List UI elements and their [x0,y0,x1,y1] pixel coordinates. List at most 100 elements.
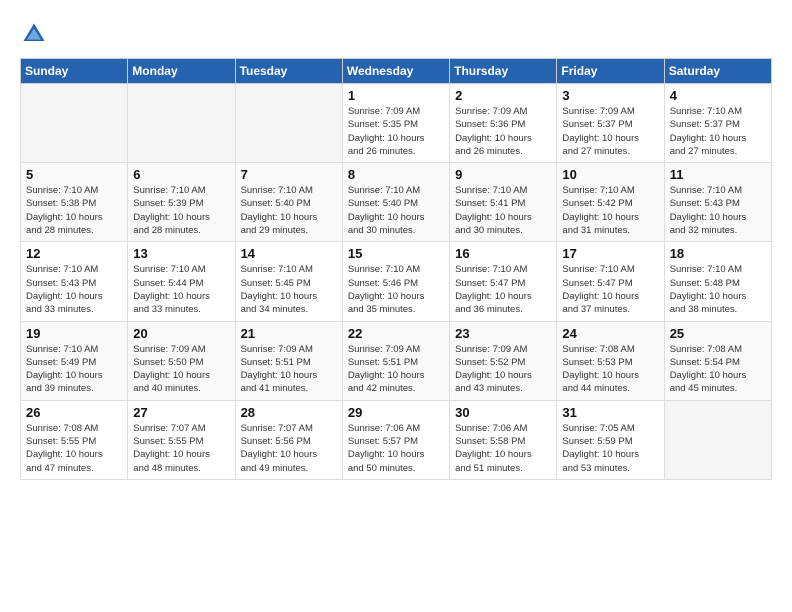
day-info: Sunrise: 7:09 AM Sunset: 5:51 PM Dayligh… [348,343,444,396]
calendar-cell: 6 Sunrise: 7:10 AM Sunset: 5:39 PM Daylig… [128,163,235,242]
day-info: Sunrise: 7:08 AM Sunset: 5:54 PM Dayligh… [670,343,766,396]
day-number: 31 [562,405,658,420]
day-number: 21 [241,326,337,341]
week-row-1: 1 Sunrise: 7:09 AM Sunset: 5:35 PM Daylig… [21,84,772,163]
calendar-cell: 29 Sunrise: 7:06 AM Sunset: 5:57 PM Dayli… [342,400,449,479]
day-info: Sunrise: 7:09 AM Sunset: 5:52 PM Dayligh… [455,343,551,396]
calendar-cell [128,84,235,163]
calendar-table: SundayMondayTuesdayWednesdayThursdayFrid… [20,58,772,480]
day-number: 19 [26,326,122,341]
calendar-cell: 10 Sunrise: 7:10 AM Sunset: 5:42 PM Dayli… [557,163,664,242]
day-number: 20 [133,326,229,341]
day-number: 13 [133,246,229,261]
logo-icon [20,20,48,48]
day-number: 2 [455,88,551,103]
day-info: Sunrise: 7:06 AM Sunset: 5:57 PM Dayligh… [348,422,444,475]
calendar-cell: 27 Sunrise: 7:07 AM Sunset: 5:55 PM Dayli… [128,400,235,479]
day-number: 1 [348,88,444,103]
day-info: Sunrise: 7:10 AM Sunset: 5:39 PM Dayligh… [133,184,229,237]
calendar-cell: 24 Sunrise: 7:08 AM Sunset: 5:53 PM Dayli… [557,321,664,400]
day-info: Sunrise: 7:10 AM Sunset: 5:44 PM Dayligh… [133,263,229,316]
calendar-cell [664,400,771,479]
day-number: 10 [562,167,658,182]
calendar-cell: 4 Sunrise: 7:10 AM Sunset: 5:37 PM Daylig… [664,84,771,163]
day-info: Sunrise: 7:07 AM Sunset: 5:55 PM Dayligh… [133,422,229,475]
day-number: 4 [670,88,766,103]
day-number: 23 [455,326,551,341]
calendar-cell: 14Sunrise: 7:10 AM Sunset: 5:45 PM Dayli… [235,242,342,321]
weekday-header-monday: Monday [128,59,235,84]
day-info: Sunrise: 7:10 AM Sunset: 5:42 PM Dayligh… [562,184,658,237]
calendar-cell: 25Sunrise: 7:08 AM Sunset: 5:54 PM Dayli… [664,321,771,400]
day-number: 17 [562,246,658,261]
day-number: 22 [348,326,444,341]
day-number: 14 [241,246,337,261]
day-info: Sunrise: 7:10 AM Sunset: 5:47 PM Dayligh… [455,263,551,316]
day-number: 15 [348,246,444,261]
calendar-cell: 28 Sunrise: 7:07 AM Sunset: 5:56 PM Dayli… [235,400,342,479]
calendar-cell: 23 Sunrise: 7:09 AM Sunset: 5:52 PM Dayli… [450,321,557,400]
day-number: 9 [455,167,551,182]
day-number: 16 [455,246,551,261]
weekday-header-row: SundayMondayTuesdayWednesdayThursdayFrid… [21,59,772,84]
day-number: 6 [133,167,229,182]
day-number: 11 [670,167,766,182]
day-info: Sunrise: 7:09 AM Sunset: 5:51 PM Dayligh… [241,343,337,396]
calendar-cell: 20 Sunrise: 7:09 AM Sunset: 5:50 PM Dayli… [128,321,235,400]
day-info: Sunrise: 7:09 AM Sunset: 5:35 PM Dayligh… [348,105,444,158]
day-info: Sunrise: 7:10 AM Sunset: 5:37 PM Dayligh… [670,105,766,158]
weekday-header-friday: Friday [557,59,664,84]
calendar-cell: 11 Sunrise: 7:10 AM Sunset: 5:43 PM Dayli… [664,163,771,242]
day-info: Sunrise: 7:08 AM Sunset: 5:53 PM Dayligh… [562,343,658,396]
day-info: Sunrise: 7:10 AM Sunset: 5:47 PM Dayligh… [562,263,658,316]
day-info: Sunrise: 7:10 AM Sunset: 5:43 PM Dayligh… [670,184,766,237]
day-info: Sunrise: 7:10 AM Sunset: 5:40 PM Dayligh… [348,184,444,237]
day-number: 7 [241,167,337,182]
calendar-cell: 1 Sunrise: 7:09 AM Sunset: 5:35 PM Daylig… [342,84,449,163]
day-info: Sunrise: 7:07 AM Sunset: 5:56 PM Dayligh… [241,422,337,475]
day-info: Sunrise: 7:10 AM Sunset: 5:49 PM Dayligh… [26,343,122,396]
calendar-cell: 13 Sunrise: 7:10 AM Sunset: 5:44 PM Dayli… [128,242,235,321]
day-number: 3 [562,88,658,103]
day-info: Sunrise: 7:09 AM Sunset: 5:37 PM Dayligh… [562,105,658,158]
week-row-4: 19 Sunrise: 7:10 AM Sunset: 5:49 PM Dayli… [21,321,772,400]
weekday-header-saturday: Saturday [664,59,771,84]
weekday-header-thursday: Thursday [450,59,557,84]
calendar-cell: 8Sunrise: 7:10 AM Sunset: 5:40 PM Daylig… [342,163,449,242]
calendar-cell: 26Sunrise: 7:08 AM Sunset: 5:55 PM Dayli… [21,400,128,479]
weekday-header-tuesday: Tuesday [235,59,342,84]
day-info: Sunrise: 7:10 AM Sunset: 5:41 PM Dayligh… [455,184,551,237]
calendar-cell: 3 Sunrise: 7:09 AM Sunset: 5:37 PM Daylig… [557,84,664,163]
calendar-cell: 18 Sunrise: 7:10 AM Sunset: 5:48 PM Dayli… [664,242,771,321]
day-info: Sunrise: 7:10 AM Sunset: 5:48 PM Dayligh… [670,263,766,316]
day-info: Sunrise: 7:10 AM Sunset: 5:40 PM Dayligh… [241,184,337,237]
calendar-cell: 19 Sunrise: 7:10 AM Sunset: 5:49 PM Dayli… [21,321,128,400]
week-row-3: 12Sunrise: 7:10 AM Sunset: 5:43 PM Dayli… [21,242,772,321]
day-number: 29 [348,405,444,420]
calendar-cell: 16 Sunrise: 7:10 AM Sunset: 5:47 PM Dayli… [450,242,557,321]
day-info: Sunrise: 7:10 AM Sunset: 5:43 PM Dayligh… [26,263,122,316]
week-row-2: 5 Sunrise: 7:10 AM Sunset: 5:38 PM Daylig… [21,163,772,242]
day-number: 26 [26,405,122,420]
day-info: Sunrise: 7:09 AM Sunset: 5:50 PM Dayligh… [133,343,229,396]
day-info: Sunrise: 7:10 AM Sunset: 5:46 PM Dayligh… [348,263,444,316]
calendar-cell: 7 Sunrise: 7:10 AM Sunset: 5:40 PM Daylig… [235,163,342,242]
calendar-cell: 31Sunrise: 7:05 AM Sunset: 5:59 PM Dayli… [557,400,664,479]
weekday-header-sunday: Sunday [21,59,128,84]
day-number: 30 [455,405,551,420]
day-info: Sunrise: 7:09 AM Sunset: 5:36 PM Dayligh… [455,105,551,158]
day-number: 24 [562,326,658,341]
calendar-cell: 2 Sunrise: 7:09 AM Sunset: 5:36 PM Daylig… [450,84,557,163]
calendar-cell: 9 Sunrise: 7:10 AM Sunset: 5:41 PM Daylig… [450,163,557,242]
calendar-cell: 17 Sunrise: 7:10 AM Sunset: 5:47 PM Dayli… [557,242,664,321]
day-number: 5 [26,167,122,182]
week-row-5: 26Sunrise: 7:08 AM Sunset: 5:55 PM Dayli… [21,400,772,479]
day-number: 28 [241,405,337,420]
calendar-cell [21,84,128,163]
day-info: Sunrise: 7:06 AM Sunset: 5:58 PM Dayligh… [455,422,551,475]
calendar-cell [235,84,342,163]
day-number: 27 [133,405,229,420]
day-number: 18 [670,246,766,261]
day-info: Sunrise: 7:10 AM Sunset: 5:38 PM Dayligh… [26,184,122,237]
calendar-cell: 30 Sunrise: 7:06 AM Sunset: 5:58 PM Dayli… [450,400,557,479]
